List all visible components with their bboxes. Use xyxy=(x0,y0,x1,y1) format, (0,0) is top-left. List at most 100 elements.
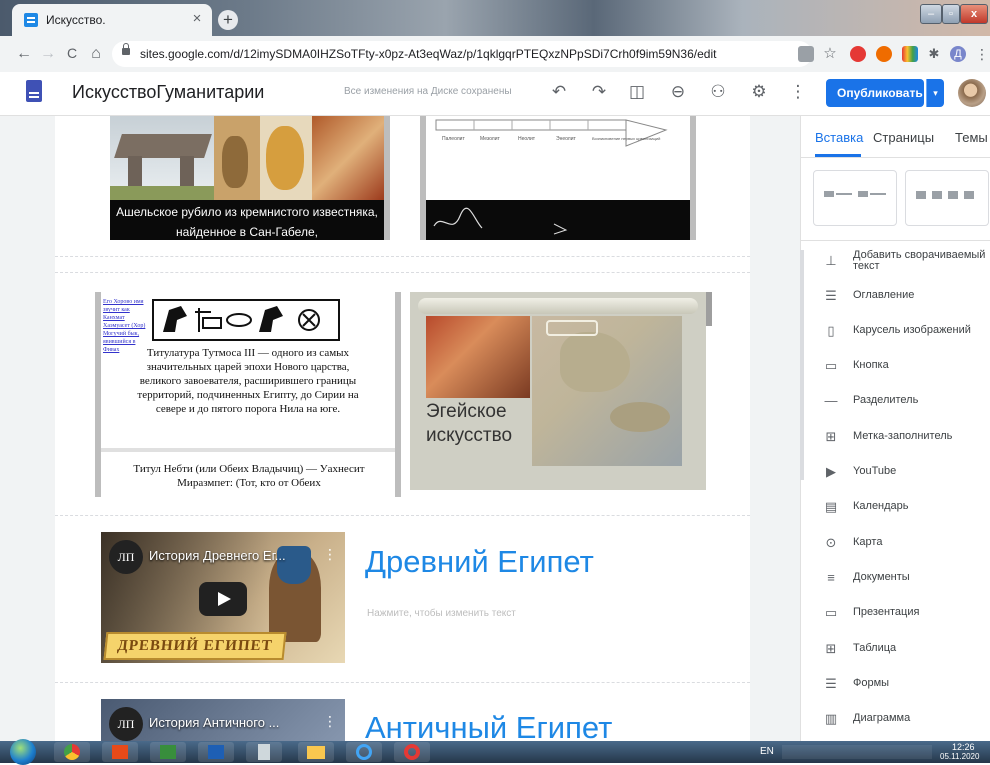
insert-image-carousel[interactable]: ▯ Карусель изображений xyxy=(801,314,990,349)
translate-icon[interactable] xyxy=(798,46,814,62)
undo-icon[interactable]: ↶ xyxy=(547,80,571,104)
youtube-video-title[interactable]: История Древнего Ег... xyxy=(149,548,286,563)
taskbar-calculator-icon[interactable] xyxy=(246,742,282,762)
lock-icon xyxy=(122,43,130,55)
system-tray-icons[interactable] xyxy=(782,745,932,759)
heading-ancient-egypt[interactable]: Древний Египет xyxy=(365,544,594,580)
insert-youtube[interactable]: ▶ YouTube xyxy=(801,455,990,490)
window-maximize-button[interactable]: ▫ xyxy=(942,4,960,24)
tab-pages[interactable]: Страницы xyxy=(873,130,934,145)
youtube-play-button-icon[interactable] xyxy=(199,582,247,616)
tuthmosis-titulary-image[interactable]: Его Хорово имя звучит как Канхмат Хаэмуа… xyxy=(101,292,395,497)
colorful-extension-icon[interactable] xyxy=(902,46,918,62)
youtube-channel-avatar-2[interactable]: ЛП xyxy=(109,707,143,741)
insert-sheets[interactable]: ⊞ Таблица xyxy=(801,632,990,667)
back-arrow-icon[interactable]: ← xyxy=(14,45,34,63)
table-of-contents-icon: ☰ xyxy=(825,288,837,303)
home-icon[interactable]: ⌂ xyxy=(86,45,106,63)
bookmark-star-icon[interactable]: ☆ xyxy=(822,46,838,62)
taskbar-chrome-icon[interactable] xyxy=(54,742,90,762)
taskbar-opera-icon[interactable] xyxy=(394,742,430,762)
layout-card-four-images[interactable] xyxy=(905,170,989,226)
aegean-art-image[interactable]: Эгейское искусство xyxy=(410,292,706,490)
url-text: sites.google.com/d/12imySDMA0IHZSoTFty-x… xyxy=(140,47,717,61)
opera-extension-icon[interactable] xyxy=(850,46,866,62)
sites-favicon-icon xyxy=(24,13,38,27)
youtube-video-ancient-egypt[interactable]: ЛП История Древнего Ег... ⋮ ДРЕВНИЙ ЕГИП… xyxy=(101,532,345,663)
more-options-icon[interactable]: ⋮ xyxy=(786,80,810,104)
window-minimize-button[interactable]: – xyxy=(920,4,942,24)
tab-title: Искусство. xyxy=(46,13,106,27)
taskbar-ie-icon[interactable] xyxy=(346,742,382,762)
insert-placeholder[interactable]: ⊞ Метка-заполнитель xyxy=(801,420,990,455)
taskbar-word-icon[interactable] xyxy=(198,742,234,762)
clock-time[interactable]: 12:26 xyxy=(952,742,975,752)
clock-date[interactable]: 05.11.2020 xyxy=(940,752,979,761)
redo-icon[interactable]: ↷ xyxy=(587,80,611,104)
new-tab-button[interactable]: + xyxy=(218,10,238,30)
text-placeholder[interactable]: Нажмите, чтобы изменить текст xyxy=(367,608,516,619)
reload-icon[interactable]: C xyxy=(62,45,82,61)
heading-antique-egypt[interactable]: Античный Египет xyxy=(365,710,612,741)
prehistoric-art-image[interactable]: Ашельское рубило из кремнистого известня… xyxy=(110,116,384,240)
panel-scrollbar[interactable] xyxy=(800,250,804,480)
insert-chart[interactable]: ▥ Диаграмма xyxy=(801,702,990,737)
window-close-button[interactable]: x xyxy=(960,4,988,24)
youtube-menu-icon-2[interactable]: ⋮ xyxy=(323,713,337,730)
abp-extension-icon[interactable] xyxy=(876,46,892,62)
windows-taskbar: EN 12:26 05.11.2020 xyxy=(0,739,990,765)
keyboard-language[interactable]: EN xyxy=(760,746,774,757)
extensions-puzzle-icon[interactable]: ✱ xyxy=(926,46,942,62)
calendar-icon: ▤ xyxy=(824,499,838,514)
titulary-caption: Титулатура Тутмоса III — одного из самых… xyxy=(137,347,359,415)
insert-divider[interactable]: — Разделитель xyxy=(801,384,990,419)
youtube-menu-icon[interactable]: ⋮ xyxy=(323,546,337,563)
browser-menu-icon[interactable]: ⋮ xyxy=(974,46,990,62)
share-icon[interactable]: ⚇ xyxy=(706,80,730,104)
youtube-video-antique-egypt[interactable]: ЛП История Античного ... ⋮ xyxy=(101,699,345,741)
browser-tab-strip: Искусство. × + – ▫ x xyxy=(0,0,990,36)
map-pin-icon: ⊙ xyxy=(825,535,837,550)
settings-gear-icon[interactable]: ⚙ xyxy=(747,80,771,104)
publish-dropdown-icon[interactable]: ▾ xyxy=(926,79,944,107)
sheets-icon: ⊞ xyxy=(825,641,837,656)
profile-avatar-icon[interactable]: Д xyxy=(950,46,966,62)
windows-start-icon[interactable] xyxy=(10,739,36,765)
img1-caption: Ашельское рубило из кремнистого известня… xyxy=(116,205,378,239)
tab-themes[interactable]: Темы xyxy=(955,130,988,145)
link-icon[interactable]: ⊖ xyxy=(666,80,690,104)
forward-arrow-icon[interactable]: → xyxy=(38,45,58,63)
forms-icon: ☰ xyxy=(825,676,837,691)
insert-forms[interactable]: ☰ Формы xyxy=(801,667,990,702)
site-name[interactable]: ИскусствоГуманитарии xyxy=(72,82,264,103)
youtube-video-title-2[interactable]: История Античного ... xyxy=(149,715,279,730)
sites-toolbar: ИскусствоГуманитарии Все изменения на Ди… xyxy=(0,72,990,116)
insert-button[interactable]: ▭ Кнопка xyxy=(801,349,990,384)
youtube-icon: ▶ xyxy=(826,464,836,479)
user-avatar[interactable] xyxy=(958,79,986,107)
button-icon: ▭ xyxy=(824,358,838,373)
insert-collapsible-text[interactable]: ⊥ Добавить сворачиваемый текст xyxy=(801,244,990,279)
layout-card-two-columns[interactable] xyxy=(813,170,897,226)
google-sites-logo-icon[interactable] xyxy=(26,80,42,102)
insert-map[interactable]: ⊙ Карта xyxy=(801,526,990,561)
url-input[interactable]: sites.google.com/d/12imySDMA0IHZSoTFty-x… xyxy=(112,41,812,67)
insert-docs[interactable]: ≡ Документы xyxy=(801,561,990,596)
browser-address-bar: ← → C ⌂ sites.google.com/d/12imySDMA0IHZ… xyxy=(0,36,990,72)
taskbar-explorer-icon[interactable] xyxy=(298,742,334,762)
tab-insert[interactable]: Вставка xyxy=(815,130,863,145)
timeline-label-3: Неолит xyxy=(518,136,536,142)
image-carousel-icon: ▯ xyxy=(827,323,835,338)
youtube-channel-avatar[interactable]: ЛП xyxy=(109,540,143,574)
preview-icon[interactable]: ◫ xyxy=(625,80,649,104)
insert-calendar[interactable]: ▤ Календарь xyxy=(801,490,990,525)
tab-close-icon[interactable]: × xyxy=(188,10,206,28)
taskbar-excel-icon[interactable] xyxy=(150,742,186,762)
divider-icon: — xyxy=(824,393,838,408)
browser-tab[interactable]: Искусство. × xyxy=(12,4,212,36)
taskbar-app-icon[interactable] xyxy=(102,742,138,762)
publish-button[interactable]: Опубликовать xyxy=(826,79,924,107)
insert-slides[interactable]: ▭ Презентация xyxy=(801,596,990,631)
insert-table-of-contents[interactable]: ☰ Оглавление xyxy=(801,279,990,314)
timeline-diagram-image[interactable]: Палеолит Мезолит Неолит Энеолит Возникно… xyxy=(420,116,696,240)
